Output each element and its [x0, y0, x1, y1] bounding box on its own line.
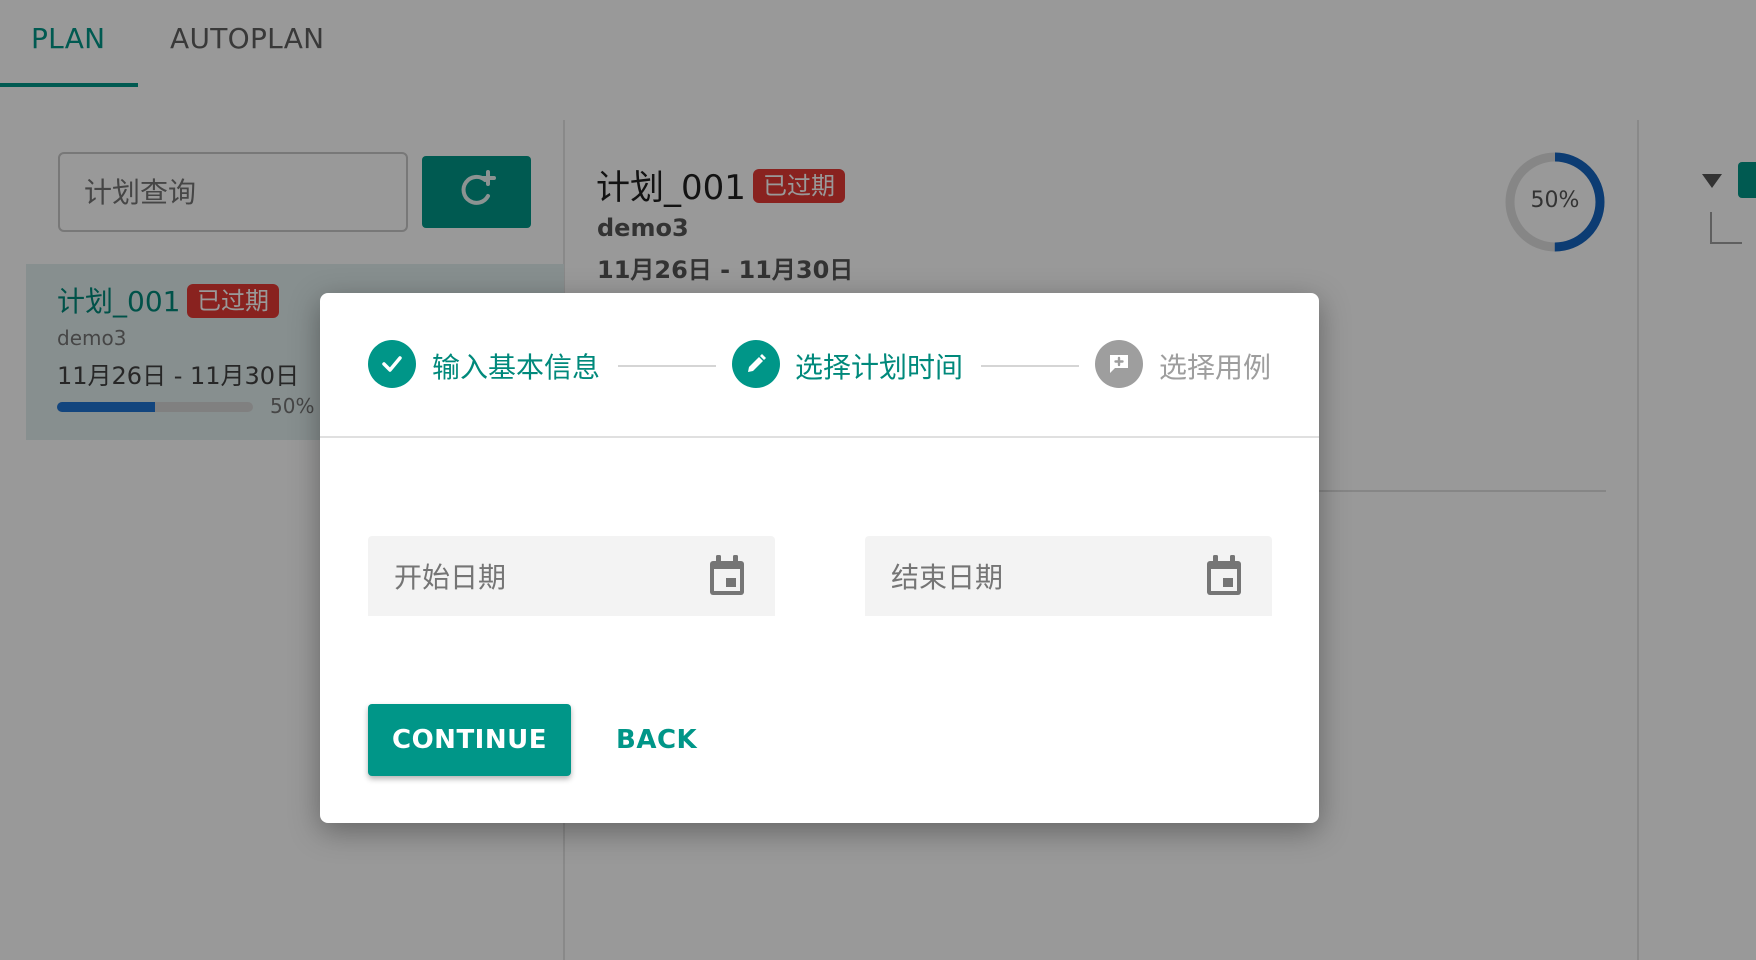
step-connector-1: [618, 365, 716, 367]
step-connector-2: [981, 365, 1079, 367]
step-2-label: 选择计划时间: [795, 351, 964, 384]
end-date-input[interactable]: [889, 536, 1193, 618]
step-1-label: 输入基本信息: [432, 351, 601, 384]
step-3-label: 选择用例: [1159, 351, 1272, 384]
stepper: 输入基本信息 选择计划时间 选择用例: [320, 293, 1319, 438]
app-root: PLAN AUTOPLAN 计划_001 已过期 demo3 11月26日 - …: [0, 0, 1756, 960]
continue-button[interactable]: CONTINUE: [368, 704, 571, 776]
plan-time-dialog: 输入基本信息 选择计划时间 选择用例 开始日期 结束日期 CONTINUE BA…: [320, 293, 1319, 823]
calendar-icon[interactable]: [707, 554, 747, 602]
step-3-add-comment-icon: [1095, 340, 1143, 388]
step-1-check-icon: [368, 340, 416, 388]
calendar-icon[interactable]: [1204, 554, 1244, 602]
end-date-field[interactable]: [865, 536, 1272, 618]
back-button[interactable]: BACK: [606, 704, 707, 776]
step-2-pencil-icon: [732, 340, 780, 388]
start-date-input[interactable]: [392, 536, 696, 618]
start-date-field[interactable]: [368, 536, 775, 618]
